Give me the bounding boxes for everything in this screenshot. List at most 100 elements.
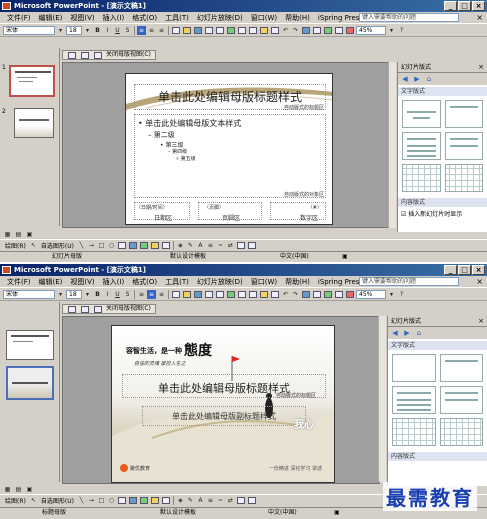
textbox-icon[interactable] xyxy=(117,496,126,504)
thumbnail-slide-master[interactable] xyxy=(6,330,54,360)
arrow-style-icon[interactable]: ⇄ xyxy=(226,241,235,250)
draw-menu[interactable]: 绘图(R) xyxy=(3,496,28,505)
chevron-down-icon[interactable]: ▾ xyxy=(387,26,396,35)
print-icon[interactable] xyxy=(205,27,213,34)
diagram-icon[interactable] xyxy=(139,241,148,249)
chart-icon[interactable] xyxy=(302,291,310,298)
rectangle-icon[interactable]: □ xyxy=(97,241,106,250)
open-icon[interactable] xyxy=(183,291,191,298)
delete-master-icon[interactable] xyxy=(94,305,102,313)
font-name-select[interactable]: 宋体 xyxy=(3,290,55,299)
fill-color-icon[interactable]: ◈ xyxy=(176,241,185,250)
oval-icon[interactable]: ○ xyxy=(107,496,116,505)
maximize-button[interactable]: □ xyxy=(458,265,471,275)
shadow-button[interactable]: S xyxy=(123,26,132,35)
oval-icon[interactable]: ○ xyxy=(107,241,116,250)
table-icon[interactable] xyxy=(313,291,321,298)
draw-menu[interactable]: 绘图(R) xyxy=(3,241,28,250)
align-right-icon[interactable]: ≡ xyxy=(157,26,166,35)
thumbnail-title-master[interactable] xyxy=(6,366,54,400)
menu-window[interactable]: 窗口(W) xyxy=(247,276,281,288)
font-color-icon[interactable]: A xyxy=(196,496,205,505)
thumbnail-title-master[interactable] xyxy=(14,108,54,138)
fill-color-icon[interactable]: ◈ xyxy=(176,496,185,505)
back-icon[interactable]: ◀ xyxy=(390,329,400,337)
align-left-icon[interactable]: ≡ xyxy=(137,26,146,35)
spell-icon[interactable] xyxy=(227,27,235,34)
menu-edit[interactable]: 编辑(E) xyxy=(35,276,67,288)
layout-table[interactable] xyxy=(392,418,436,446)
select-arrow-icon[interactable]: ↖ xyxy=(29,496,38,505)
diagram-icon[interactable] xyxy=(139,496,148,504)
autoshapes-menu[interactable]: 自选图形(U) xyxy=(39,241,76,250)
italic-button[interactable]: I xyxy=(103,290,112,299)
open-icon[interactable] xyxy=(183,27,191,34)
underline-button[interactable]: U xyxy=(113,290,122,299)
layout-blank[interactable] xyxy=(392,354,436,382)
menu-insert[interactable]: 插入(I) xyxy=(99,12,129,24)
layout-two-column[interactable] xyxy=(439,386,483,414)
font-size-select[interactable]: 18 xyxy=(66,290,82,299)
vertical-scrollbar[interactable] xyxy=(378,316,386,482)
slideshow-view-icon[interactable]: ▣ xyxy=(25,485,34,494)
3d-style-icon[interactable] xyxy=(247,241,256,249)
layout-title-text[interactable] xyxy=(402,132,441,160)
chevron-down-icon[interactable]: ▾ xyxy=(56,290,65,299)
format-painter-icon[interactable] xyxy=(271,291,279,298)
show-on-insert-checkbox[interactable]: ☑ 插入新幻灯片时显示 xyxy=(398,207,487,220)
menu-help[interactable]: 帮助(H) xyxy=(281,276,314,288)
help-search-input[interactable]: 键入需要帮助的问题 xyxy=(359,13,459,22)
print-icon[interactable] xyxy=(205,291,213,298)
layout-grid[interactable] xyxy=(444,164,483,192)
menu-format[interactable]: 格式(O) xyxy=(128,12,161,24)
normal-view-icon[interactable]: ▦ xyxy=(3,485,12,494)
line-style-icon[interactable]: ≡ xyxy=(206,496,215,505)
shadow-style-icon[interactable] xyxy=(236,241,245,249)
undo-icon[interactable]: ↶ xyxy=(281,290,290,299)
insert-title-master-icon[interactable] xyxy=(81,305,89,313)
underline-button[interactable]: U xyxy=(113,26,122,35)
wordart-icon[interactable] xyxy=(128,241,137,249)
3d-style-icon[interactable] xyxy=(247,496,256,504)
font-name-select[interactable]: 宋体 xyxy=(3,26,55,35)
table-icon[interactable] xyxy=(313,27,321,34)
save-icon[interactable] xyxy=(194,27,202,34)
new-icon[interactable] xyxy=(172,291,180,298)
sorter-view-icon[interactable]: ▤ xyxy=(14,230,23,239)
vertical-scrollbar[interactable] xyxy=(388,62,396,228)
forward-icon[interactable]: ▶ xyxy=(402,329,412,337)
clipart-icon[interactable] xyxy=(150,496,159,504)
menu-window[interactable]: 窗口(W) xyxy=(247,12,281,24)
autoshapes-menu[interactable]: 自选图形(U) xyxy=(39,496,76,505)
insert-title-master-icon[interactable] xyxy=(81,51,89,59)
help-icon[interactable]: ? xyxy=(397,290,406,299)
preview-icon[interactable] xyxy=(216,291,224,298)
textbox-icon[interactable] xyxy=(117,241,126,249)
layout-two-column[interactable] xyxy=(444,132,483,160)
minimize-button[interactable]: _ xyxy=(444,1,457,11)
bold-button[interactable]: B xyxy=(93,26,102,35)
spell-icon[interactable] xyxy=(227,291,235,298)
layout-table[interactable] xyxy=(402,164,441,192)
bold-button[interactable]: B xyxy=(93,290,102,299)
picture-icon[interactable] xyxy=(161,496,170,504)
line-style-icon[interactable]: ≡ xyxy=(206,241,215,250)
layout-title-text[interactable] xyxy=(392,386,436,414)
menu-tools[interactable]: 工具(T) xyxy=(161,276,193,288)
help-search-input[interactable]: 键入需要帮助的问题 xyxy=(359,277,459,286)
copy-icon[interactable] xyxy=(249,291,257,298)
undo-icon[interactable]: ↶ xyxy=(281,26,290,35)
close-button[interactable]: × xyxy=(472,265,485,275)
chevron-down-icon[interactable]: ▾ xyxy=(83,26,92,35)
menu-format[interactable]: 格式(O) xyxy=(128,276,161,288)
close-master-view-button[interactable]: 关闭母版视图(C) xyxy=(106,51,151,59)
dash-style-icon[interactable]: ┅ xyxy=(216,496,225,505)
close-master-view-button[interactable]: 关闭母版视图(C) xyxy=(106,305,151,313)
menu-tools[interactable]: 工具(T) xyxy=(161,12,193,24)
menu-view[interactable]: 视图(V) xyxy=(66,276,98,288)
line-icon[interactable]: ╲ xyxy=(77,496,86,505)
rectangle-icon[interactable]: □ xyxy=(97,496,106,505)
arrow-style-icon[interactable]: ⇄ xyxy=(226,496,235,505)
sorter-view-icon[interactable]: ▤ xyxy=(14,485,23,494)
home-icon[interactable]: ⌂ xyxy=(414,329,424,337)
